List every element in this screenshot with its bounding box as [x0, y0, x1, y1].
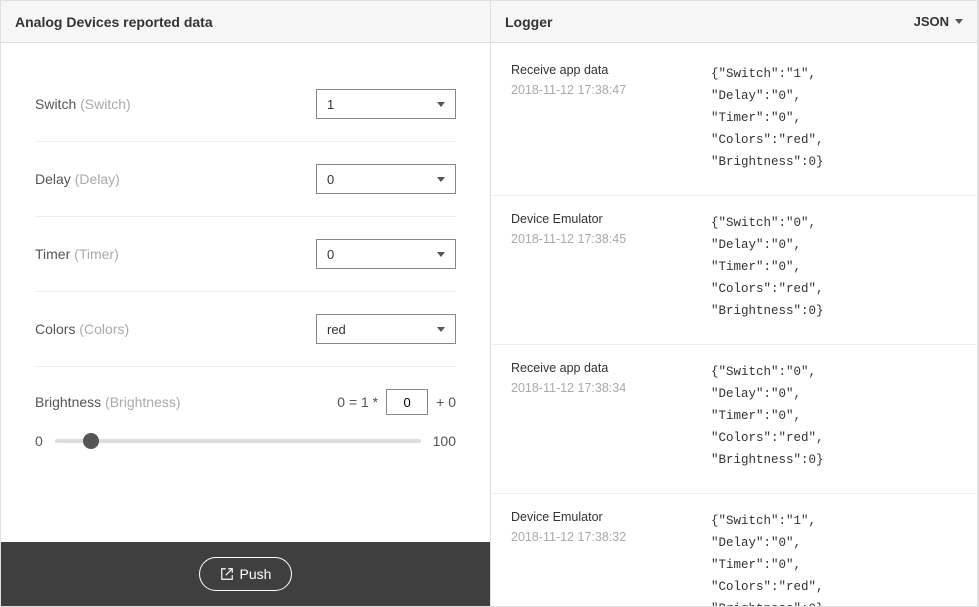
field-timer-row: Timer (Timer) 0: [35, 217, 456, 292]
logger-body[interactable]: Receive app data2018-11-12 17:38:47{"Swi…: [491, 43, 977, 606]
push-button-label: Push: [240, 566, 272, 582]
field-colors-row: Colors (Colors) red: [35, 292, 456, 367]
logger-title: Logger: [505, 14, 552, 30]
external-link-icon: [220, 567, 234, 581]
reported-data-header: Analog Devices reported data: [1, 1, 490, 43]
logger-entry-title: Device Emulator: [511, 510, 711, 524]
field-delay-row: Delay (Delay) 0: [35, 142, 456, 217]
logger-entry: Device Emulator 2018-11-12 17:38:45{"Swit…: [491, 196, 977, 345]
logger-entry-payload: {"Switch":"1","Delay":"0","Timer":"0","C…: [711, 63, 957, 173]
logger-format-select[interactable]: JSON: [914, 14, 963, 29]
switch-select-value: 1: [327, 97, 334, 112]
brightness-slider-thumb[interactable]: [83, 433, 99, 449]
logger-entry-payload: {"Switch":"1","Delay":"0","Timer":"0","C…: [711, 510, 957, 606]
delay-select-value: 0: [327, 172, 334, 187]
logger-header: Logger JSON: [491, 1, 977, 43]
delay-select[interactable]: 0: [316, 164, 456, 194]
brightness-eq-prefix: 0 = 1 *: [337, 394, 378, 410]
logger-panel: Logger JSON Receive app data 2018-11-12 1…: [491, 1, 978, 606]
logger-entry: Receive app data 2018-11-12 17:38:47{"Swi…: [491, 47, 977, 196]
logger-entry-timestamp: 2018-11-12 17:38:45: [511, 232, 711, 246]
switch-select[interactable]: 1: [316, 89, 456, 119]
field-switch-row: Switch (Switch) 1: [35, 67, 456, 142]
colors-select-value: red: [327, 322, 346, 337]
chevron-down-icon: [437, 252, 445, 257]
logger-entry-title: Device Emulator: [511, 212, 711, 226]
field-colors-label: Colors (Colors): [35, 321, 316, 337]
logger-entry-title: Receive app data: [511, 63, 711, 77]
field-switch-label: Switch (Switch): [35, 96, 316, 112]
logger-entry: Receive app data 2018-11-12 17:38:34{"Swi…: [491, 345, 977, 494]
colors-select[interactable]: red: [316, 314, 456, 344]
timer-select-value: 0: [327, 247, 334, 262]
logger-format-value: JSON: [914, 14, 949, 29]
field-delay-label: Delay (Delay): [35, 171, 316, 187]
brightness-slider[interactable]: [55, 439, 421, 443]
logger-entry-timestamp: 2018-11-12 17:38:47: [511, 83, 711, 97]
chevron-down-icon: [437, 102, 445, 107]
field-brightness-row: Brightness (Brightness) 0 = 1 * + 0 0 10…: [35, 367, 456, 471]
chevron-down-icon: [437, 327, 445, 332]
brightness-max: 100: [433, 433, 456, 449]
reported-data-footer: Push: [1, 542, 490, 606]
chevron-down-icon: [955, 19, 963, 24]
reported-data-body[interactable]: Switch (Switch) 1 Delay (Delay): [1, 43, 490, 542]
timer-select[interactable]: 0: [316, 239, 456, 269]
brightness-input[interactable]: [386, 389, 428, 415]
logger-entry-payload: {"Switch":"0","Delay":"0","Timer":"0","C…: [711, 361, 957, 471]
logger-entry: Device Emulator 2018-11-12 17:38:32{"Swit…: [491, 494, 977, 606]
reported-data-form: Switch (Switch) 1 Delay (Delay): [1, 43, 490, 487]
logger-entry-timestamp: 2018-11-12 17:38:32: [511, 530, 711, 544]
chevron-down-icon: [437, 177, 445, 182]
push-button[interactable]: Push: [199, 557, 293, 591]
field-timer-label: Timer (Timer): [35, 246, 316, 262]
logger-entry-timestamp: 2018-11-12 17:38:34: [511, 381, 711, 395]
logger-entry-title: Receive app data: [511, 361, 711, 375]
field-brightness-label: Brightness (Brightness): [35, 394, 329, 410]
brightness-min: 0: [35, 433, 43, 449]
reported-data-panel: Analog Devices reported data Switch (Swi…: [1, 1, 491, 606]
logger-list: Receive app data2018-11-12 17:38:47{"Swi…: [491, 43, 977, 606]
reported-data-title: Analog Devices reported data: [15, 14, 213, 30]
logger-entry-payload: {"Switch":"0","Delay":"0","Timer":"0","C…: [711, 212, 957, 322]
brightness-eq-suffix: + 0: [436, 394, 456, 410]
